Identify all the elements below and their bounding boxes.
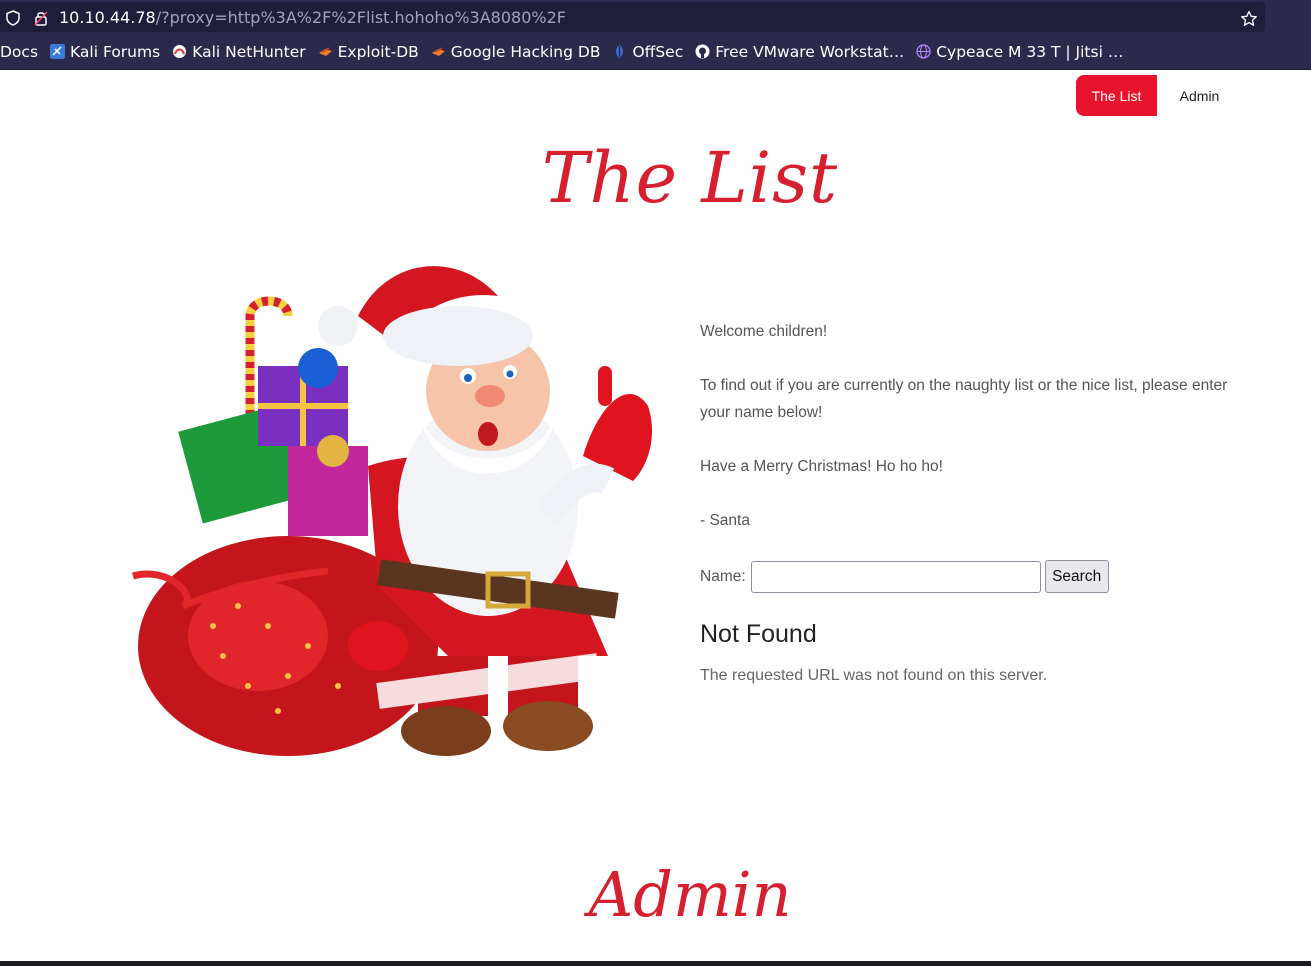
url-text[interactable]: 10.10.44.78/?proxy=http%3A%2F%2Flist.hoh… — [59, 8, 566, 28]
name-label: Name: — [700, 567, 746, 585]
admin-section-title: Admin — [588, 858, 792, 931]
intro-paragraph: Welcome children! — [700, 323, 828, 340]
lock-icon[interactable] — [34, 10, 48, 26]
santa-illustration — [132, 266, 653, 756]
bookmark-offsec[interactable]: OffSec — [612, 34, 683, 70]
star-icon[interactable] — [1240, 10, 1258, 28]
address-bar[interactable]: 10.10.44.78/?proxy=http%3A%2F%2Flist.hoh… — [0, 2, 1265, 32]
bookmark-label: Kali Forums — [70, 42, 161, 61]
kali-forums-icon — [50, 44, 66, 59]
ghdb-icon — [431, 47, 445, 56]
bookmarks-bar: Docs Kali Forums Kali NetHunter Exploit-… — [0, 34, 1311, 70]
url-path: /?proxy=http%3A%2F%2Flist.hohoho%3A8080%… — [155, 8, 566, 27]
name-input[interactable] — [750, 560, 1041, 593]
bookmark-label: Exploit-DB — [337, 42, 419, 61]
offsec-icon — [616, 45, 624, 58]
search-button[interactable]: Search — [1044, 560, 1109, 593]
globe-icon — [916, 44, 931, 59]
url-host: 10.10.44.78 — [59, 8, 156, 27]
result-message: The requested URL was not found on this … — [700, 667, 1048, 684]
signature: - Santa — [700, 512, 750, 529]
page-title: The List — [541, 137, 839, 219]
bookmark-label: Free VMware Workstat… — [715, 42, 905, 61]
bookmark-ghdb[interactable]: Google Hacking DB — [431, 34, 601, 70]
intro-paragraph: To find out if you are currently on the … — [700, 377, 1228, 421]
exploit-db-icon — [318, 47, 332, 56]
bookmark-exploit-db[interactable]: Exploit-DB — [318, 34, 419, 70]
bookmark-vmware[interactable]: Free VMware Workstat… — [695, 34, 904, 70]
bookmark-docs[interactable]: Docs — [0, 34, 38, 70]
nav-admin[interactable]: Admin — [1157, 75, 1242, 116]
kali-nethunter-icon — [173, 45, 187, 58]
browser-toolbar: 10.10.44.78/?proxy=http%3A%2F%2Flist.hoh… — [0, 0, 1311, 34]
github-icon — [695, 44, 710, 59]
intro-text: Welcome children! To find out if you are… — [700, 318, 1260, 561]
bookmark-label: OffSec — [632, 42, 684, 61]
result-title: Not Found — [700, 620, 817, 648]
bookmark-kali-nethunter[interactable]: Kali NetHunter — [172, 34, 306, 70]
bookmark-jitsi[interactable]: Cypeace M 33 T | Jitsi … — [916, 34, 1123, 70]
shield-icon[interactable] — [6, 10, 20, 26]
bookmark-label: Google Hacking DB — [450, 42, 601, 61]
intro-paragraph: Have a Merry Christmas! Ho ho ho! — [700, 458, 943, 475]
bookmark-label: Cypeace M 33 T | Jitsi … — [936, 42, 1124, 61]
bottom-divider — [0, 961, 1311, 966]
bookmark-kali-forums[interactable]: Kali Forums — [50, 34, 160, 70]
web-page: The List Admin The List Welcome children… — [0, 70, 1311, 961]
bookmark-label: Docs — [0, 42, 39, 61]
name-search-form: Name: Search — [700, 560, 1109, 593]
nav-the-list[interactable]: The List — [1076, 75, 1157, 116]
bookmark-label: Kali NetHunter — [192, 42, 306, 61]
